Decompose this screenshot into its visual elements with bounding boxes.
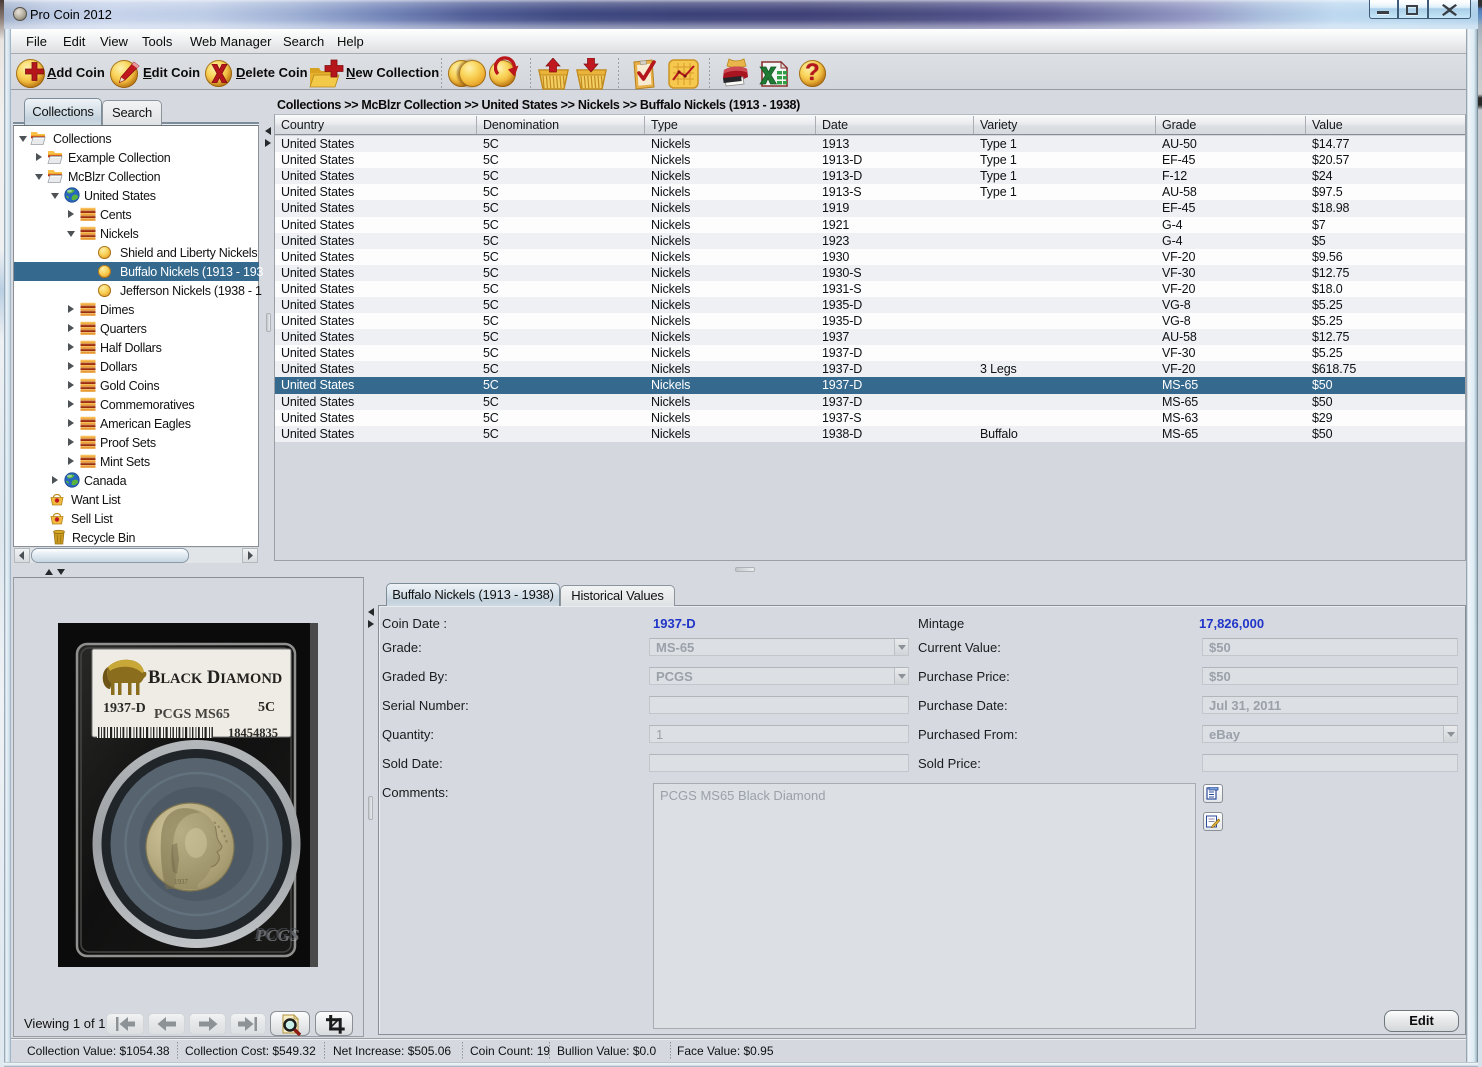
svg-text:PCGS: PCGS	[253, 924, 297, 943]
svg-text:5C: 5C	[258, 700, 275, 715]
svg-text:BLACK DIAMOND: BLACK DIAMOND	[148, 668, 282, 688]
svg-text:PCGS MS65: PCGS MS65	[154, 707, 230, 722]
svg-text:1937-D: 1937-D	[103, 701, 146, 716]
svg-text:1937: 1937	[174, 878, 189, 886]
svg-text:18454835: 18454835	[228, 726, 278, 740]
